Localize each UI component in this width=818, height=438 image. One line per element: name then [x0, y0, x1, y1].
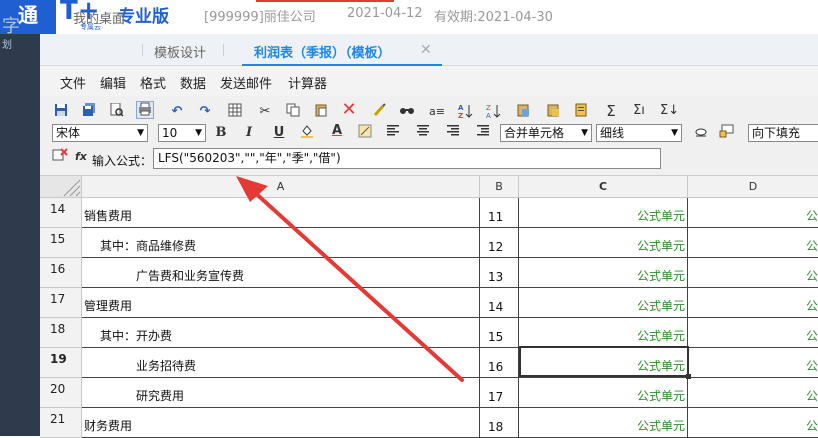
- annotation-arrow: [236, 176, 464, 382]
